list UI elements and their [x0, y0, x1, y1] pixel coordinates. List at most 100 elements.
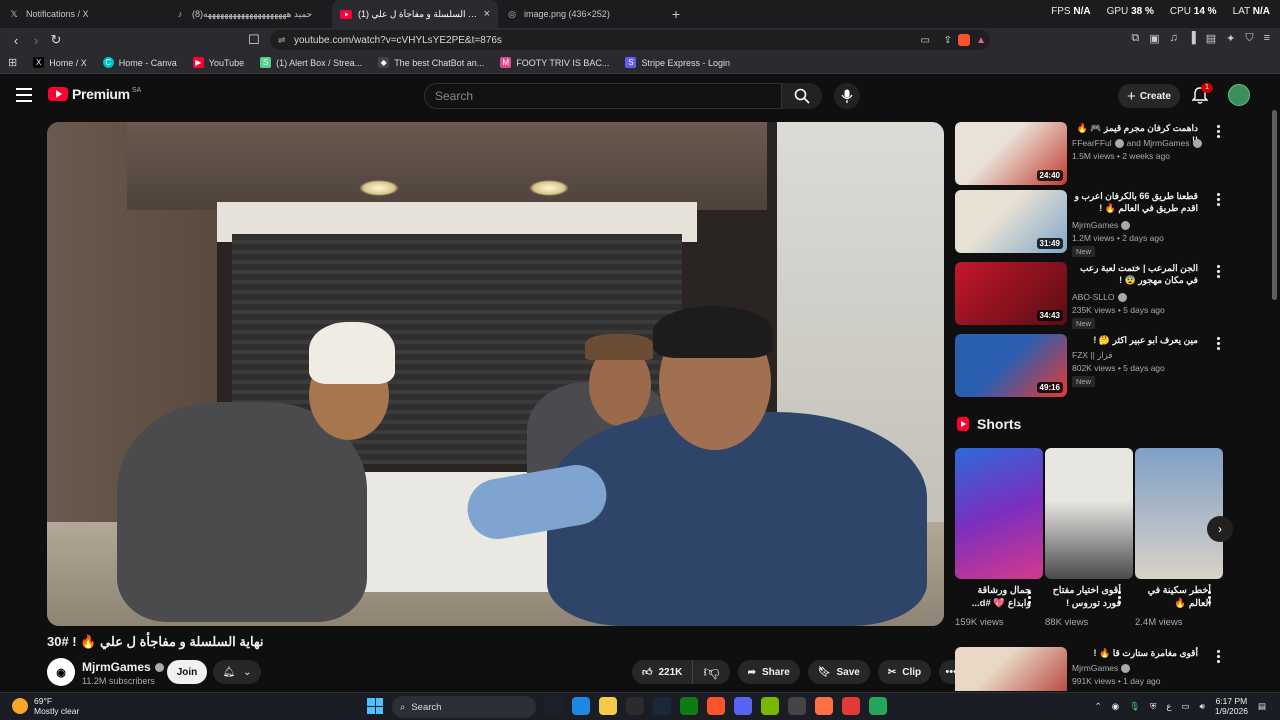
recommended-channel[interactable]: FFearFFul and MjrmGames	[1072, 138, 1202, 148]
brave-rewards-icon[interactable]: ▲	[976, 35, 986, 46]
back-icon[interactable]: ‹	[6, 33, 26, 48]
taskbar-app-icon[interactable]	[626, 697, 644, 715]
join-button[interactable]: Join	[167, 660, 207, 684]
short-thumbnail[interactable]	[1045, 448, 1133, 579]
taskbar-app-icon[interactable]	[545, 697, 563, 715]
save-button[interactable]: 🔖︎ Save	[807, 660, 870, 684]
recommended-video[interactable]: 24:40 داهمت كرفان مجرم قيمز 🎮 🔥 !! FFear…	[955, 122, 1265, 186]
network-icon[interactable]: ▭	[1181, 701, 1189, 712]
clock[interactable]: 6:17 PM 1/9/2026	[1215, 696, 1248, 716]
more-vert-icon[interactable]	[1213, 125, 1223, 140]
music-icon[interactable]: ♫	[1170, 32, 1178, 45]
tab-tiktok[interactable]: ♪ (8)حميد ههههههههههههههههههههه	[166, 0, 332, 28]
windows-start-icon[interactable]	[367, 698, 383, 714]
brave-shields-icon[interactable]	[958, 34, 970, 46]
new-tab-button[interactable]: +	[664, 6, 688, 22]
chevron-up-icon[interactable]: ⌃	[1095, 701, 1102, 712]
recommended-video[interactable]: أقوى مغامرة ستارت قا 🔥 ! MjrmGames 991K …	[955, 647, 1265, 691]
address-bar[interactable]: ⇌ youtube.com/watch?v=cVHYLsYE2PE&t=876s…	[270, 30, 990, 50]
recommended-channel[interactable]: MjrmGames	[1072, 663, 1131, 673]
video-thumbnail[interactable]	[955, 647, 1067, 691]
more-vert-icon[interactable]	[1118, 591, 1124, 606]
wallet-icon[interactable]: ▣	[1149, 32, 1159, 45]
recommended-video[interactable]: 31:49 قطعنا طريق 66 بالكرفان اعرب و اقدم…	[955, 190, 1265, 257]
bookmark-footy-triv[interactable]: M FOOTY TRIV IS BAC...	[500, 57, 609, 68]
tab-x-notifications[interactable]: 𝕏 Notifications / X	[0, 0, 166, 28]
short-title[interactable]: جمال ورشاقة وابداع 💖 #d...	[955, 584, 1031, 610]
taskbar-app-icon[interactable]	[869, 697, 887, 715]
more-vert-icon[interactable]	[1028, 591, 1034, 606]
video-player[interactable]	[47, 122, 944, 626]
share-page-icon[interactable]: ⇪	[944, 35, 952, 46]
bookmark-stripe[interactable]: S Stripe Express - Login	[625, 57, 730, 68]
taskbar-search[interactable]: ⌕ Search	[392, 696, 536, 718]
short-title[interactable]: أقوى اختيار مفتاح فورد توروس !	[1045, 584, 1121, 610]
keyboard-language[interactable]: ع	[1166, 701, 1171, 712]
apps-grid-icon[interactable]: ⊞	[8, 56, 17, 69]
recommended-channel[interactable]: FZX || فزاز	[1072, 350, 1112, 361]
page-scrollbar[interactable]	[1272, 110, 1277, 300]
leo-ai-icon[interactable]: ✦	[1226, 32, 1235, 45]
voice-search-button[interactable]	[834, 83, 860, 109]
channel-name-link[interactable]: MjrmGames	[82, 660, 164, 674]
create-button[interactable]: + Create	[1118, 84, 1180, 108]
taskbar-app-icon[interactable]	[599, 697, 617, 715]
recommended-title[interactable]: الجن المرعب | ختمت لعبة رعب في مكان مهجو…	[1072, 262, 1198, 286]
vpn-icon[interactable]: ⛉	[1245, 32, 1253, 45]
video-thumbnail[interactable]: 31:49	[955, 190, 1067, 253]
video-thumbnail[interactable]: 34:43	[955, 262, 1067, 325]
taskbar-app-icon[interactable]	[707, 697, 725, 715]
taskbar-app-icon[interactable]	[572, 697, 590, 715]
bookmark-chatbot[interactable]: ◆ The best ChatBot an...	[378, 57, 484, 68]
sidebar-icon[interactable]: ▐	[1188, 32, 1196, 45]
more-vert-icon[interactable]	[1213, 265, 1223, 280]
bookmark-youtube[interactable]: ▶ YouTube	[192, 57, 244, 68]
taskbar-app-icon[interactable]	[680, 697, 698, 715]
tab-youtube-active[interactable]: (1) نهاية السلسلة و مفاجأة ل علي ! ×	[332, 0, 498, 28]
notifications-button[interactable]: 1	[1191, 83, 1213, 105]
video-thumbnail[interactable]: 49:16	[955, 334, 1067, 397]
short-thumbnail[interactable]	[955, 448, 1043, 579]
bookmark-canva[interactable]: C Home - Canva	[102, 57, 177, 68]
short-title[interactable]: أخطر سكينة في العالم 🔥	[1135, 584, 1211, 610]
search-input[interactable]: Search	[424, 83, 782, 109]
recommended-video[interactable]: 34:43 الجن المرعب | ختمت لعبة رعب في مكا…	[955, 262, 1265, 329]
more-vert-icon[interactable]	[1213, 337, 1223, 352]
bookmark-icon[interactable]: ☐	[244, 32, 264, 48]
video-thumbnail[interactable]: 24:40	[955, 122, 1067, 185]
menu-icon[interactable]: ≡	[1264, 32, 1270, 45]
microphone-icon[interactable]: 🎙︎	[1129, 701, 1140, 712]
wallet-card-icon[interactable]: ▤	[1206, 32, 1216, 45]
shorts-next-button[interactable]: ›	[1207, 516, 1233, 542]
short-thumbnail[interactable]	[1135, 448, 1223, 579]
extensions-icon[interactable]: ⧉	[1131, 32, 1139, 45]
like-button[interactable]: 👍︎ 221K	[632, 660, 694, 684]
hamburger-menu-icon[interactable]	[16, 88, 32, 102]
recommended-channel[interactable]: ABO-SLLO	[1072, 292, 1127, 302]
dislike-button[interactable]: 👎︎	[693, 660, 729, 684]
obs-icon[interactable]: ◉	[1112, 701, 1119, 712]
tab-image[interactable]: ◎ image.png (436×252)	[498, 0, 664, 28]
recommended-title[interactable]: قطعنا طريق 66 بالكرفان اعرب و اقدم طريق …	[1072, 190, 1198, 214]
site-info-icon[interactable]: ⇌	[278, 35, 286, 46]
close-tab-icon[interactable]: ×	[484, 8, 490, 20]
taskbar-app-icon[interactable]	[815, 697, 833, 715]
reload-icon[interactable]: ↻	[46, 32, 66, 48]
weather-widget[interactable]: 69°F Mostly clear	[12, 696, 79, 716]
youtube-premium-logo[interactable]: Premium SA	[48, 86, 141, 102]
channel-avatar[interactable]: ◉	[47, 658, 75, 686]
taskbar-app-icon[interactable]	[653, 697, 671, 715]
taskbar-app-icon[interactable]	[761, 697, 779, 715]
taskbar-app-icon[interactable]	[734, 697, 752, 715]
clip-button[interactable]: ✂ Clip	[877, 660, 932, 684]
taskbar-app-icon[interactable]	[788, 697, 806, 715]
recommended-channel[interactable]: MjrmGames	[1072, 220, 1131, 230]
more-vert-icon[interactable]	[1213, 650, 1223, 665]
search-button[interactable]	[782, 83, 822, 109]
notifications-center-icon[interactable]: ▤	[1258, 701, 1266, 712]
recommended-title[interactable]: أقوى مغامرة ستارت قا 🔥 !	[1072, 647, 1198, 659]
bookmark-alert-box[interactable]: S (1) Alert Box / Strea...	[260, 57, 362, 68]
more-vert-icon[interactable]	[1213, 193, 1223, 208]
taskbar-app-icon[interactable]	[842, 697, 860, 715]
share-button[interactable]: ➦ Share	[737, 660, 800, 684]
